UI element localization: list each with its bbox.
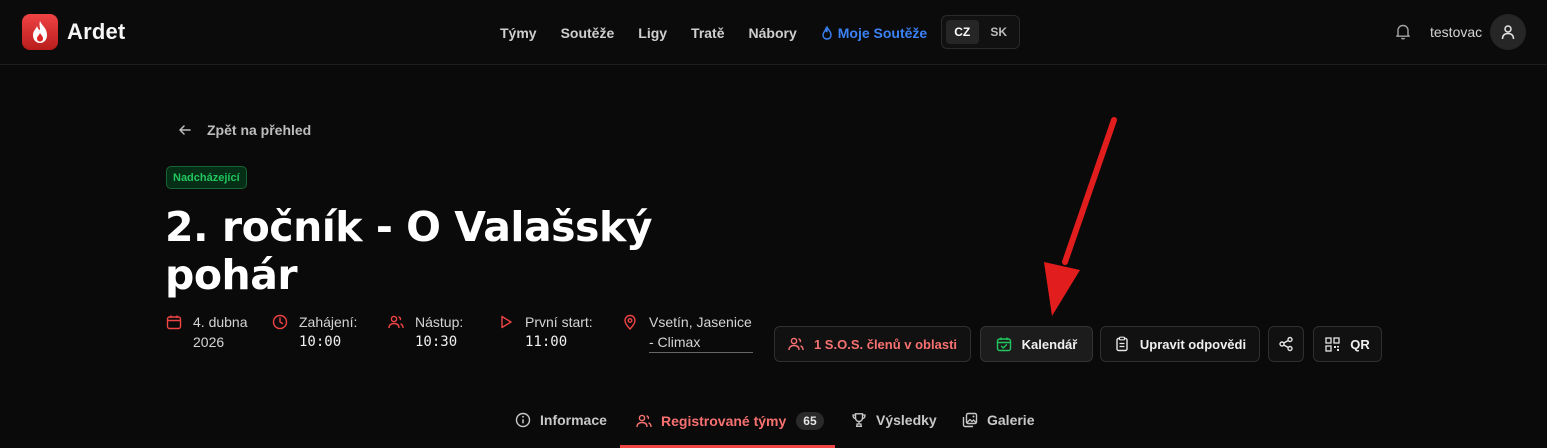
annotation-arrow [1044,117,1117,316]
